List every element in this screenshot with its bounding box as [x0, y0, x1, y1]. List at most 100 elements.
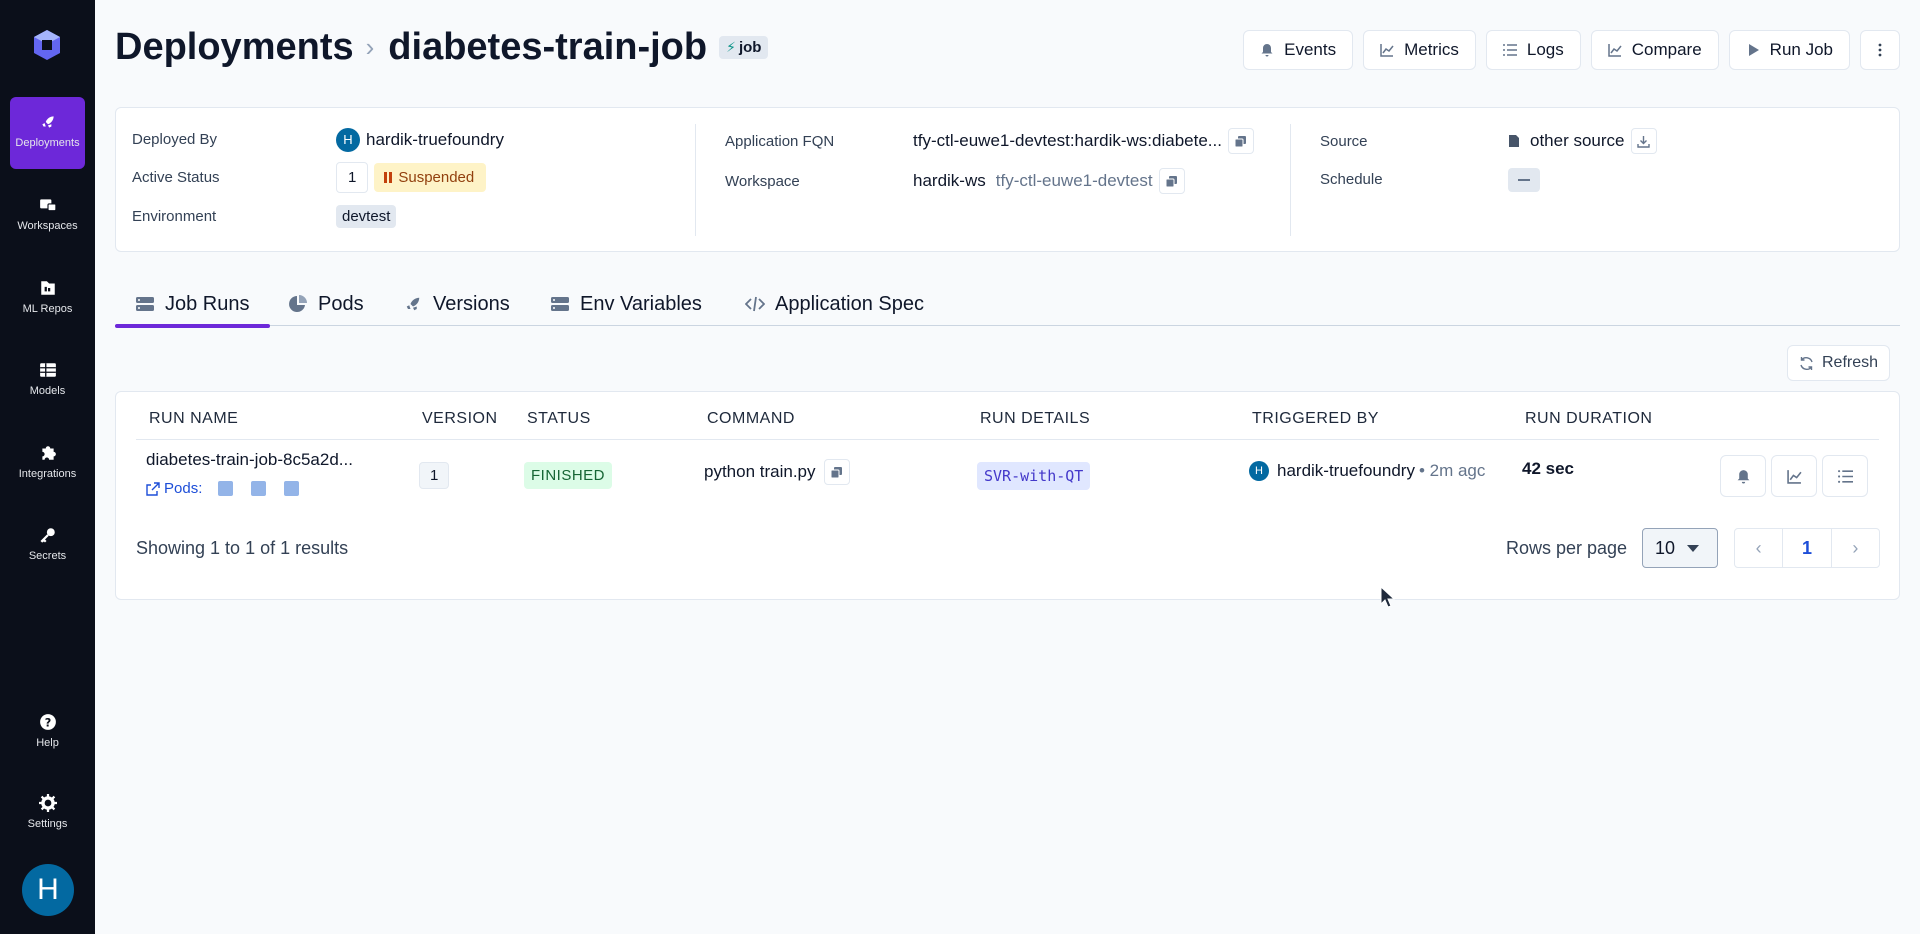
breadcrumb-root[interactable]: Deployments: [115, 26, 354, 69]
user-avatar[interactable]: H: [22, 864, 74, 916]
pods-label: Pods:: [164, 480, 203, 497]
sidebar-item-ml-repos[interactable]: ML Repos: [10, 263, 85, 335]
run-details-tag[interactable]: SVR-with-QT: [977, 462, 1091, 490]
metrics-button-label: Metrics: [1404, 40, 1459, 59]
sidebar-item-deployments[interactable]: Deployments: [10, 97, 85, 169]
workspace-cluster[interactable]: tfy-ctl-euwe1-devtest: [996, 171, 1153, 191]
compare-button[interactable]: Compare: [1590, 30, 1719, 70]
app-logo[interactable]: [30, 28, 64, 62]
refresh-label: Refresh: [1821, 354, 1879, 371]
command-cell: python train.py: [704, 459, 850, 485]
code-icon: [745, 296, 765, 312]
source-value: other source: [1508, 128, 1657, 154]
workspace-name[interactable]: hardik-ws: [913, 171, 986, 191]
tab-job-runs[interactable]: Job Runs: [115, 282, 270, 328]
sidebar-item-models[interactable]: Models: [10, 345, 85, 417]
pause-icon: [384, 172, 393, 183]
ml-repos-icon: [40, 281, 55, 295]
header-actions: Events Metrics Logs Compare Run Job: [1243, 30, 1900, 70]
refresh-button[interactable]: Refresh: [1787, 345, 1890, 381]
sidebar-item-label: Secrets: [28, 550, 67, 562]
page-number[interactable]: 1: [1783, 529, 1832, 567]
tab-versions[interactable]: Versions: [383, 282, 530, 326]
chevron-right-icon: ›: [1852, 537, 1859, 558]
bell-icon: [1261, 44, 1273, 57]
fqn-text: tfy-ctl-euwe1-devtest:hardik-ws:diabete.…: [913, 131, 1222, 150]
avatar: H: [336, 128, 360, 152]
rows-per-page-value: 10: [1655, 537, 1676, 558]
rows-per-page-select[interactable]: 10: [1642, 528, 1718, 568]
more-options-button[interactable]: [1860, 30, 1900, 70]
active-status-value: 1 Suspended: [336, 162, 487, 193]
status-cell: FINISHED: [524, 462, 613, 489]
events-button[interactable]: Events: [1243, 30, 1354, 70]
prev-page-button[interactable]: ‹: [1735, 529, 1784, 567]
run-events-button[interactable]: [1720, 455, 1766, 497]
list-icon: [1502, 44, 1517, 56]
empty-schedule-tag: [1508, 168, 1540, 192]
external-link-icon: [146, 481, 160, 496]
pod-indicator[interactable]: [251, 481, 267, 496]
tab-pods[interactable]: Pods: [268, 282, 384, 326]
tab-application-spec[interactable]: Application Spec: [725, 282, 944, 326]
run-name-cell[interactable]: diabetes-train-job-8c5a2d...: [146, 450, 353, 470]
page-header: Deployments › diabetes-train-job ⚡ job E…: [115, 24, 1900, 74]
sidebar-item-secrets[interactable]: Secrets: [10, 510, 85, 582]
bolt-icon: ⚡: [726, 39, 736, 55]
command-text: python train.py: [704, 462, 816, 481]
run-job-button-label: Run Job: [1769, 40, 1833, 59]
version-badge: 1: [419, 462, 450, 489]
rows-per-page-label: Rows per page: [1506, 538, 1628, 558]
copy-command-button[interactable]: [823, 459, 850, 485]
run-logs-button[interactable]: [1822, 455, 1868, 497]
fqn-label: Application FQN: [725, 133, 835, 150]
column-header: RUN DURATION: [1525, 410, 1653, 427]
sidebar-item-help[interactable]: ? Help: [10, 697, 85, 769]
pods-cell: Pods:: [146, 480, 300, 497]
column-header: RUN DETAILS: [980, 410, 1091, 427]
divider: [136, 439, 1879, 440]
column-header: TRIGGERED BY: [1252, 410, 1379, 427]
run-name[interactable]: diabetes-train-job-8c5a2d...: [146, 450, 353, 470]
key-icon: [39, 528, 55, 543]
column-header: RUN NAME: [149, 410, 239, 427]
tab-label: Job Runs: [165, 292, 250, 315]
next-page-button[interactable]: ›: [1832, 529, 1879, 567]
divider: [1290, 124, 1291, 236]
metrics-button[interactable]: Metrics: [1363, 30, 1476, 70]
sidebar-item-integrations[interactable]: Integrations: [10, 428, 85, 500]
active-count: 1: [336, 162, 369, 193]
copy-fqn-button[interactable]: [1227, 128, 1254, 154]
run-metrics-button[interactable]: [1771, 455, 1817, 497]
logs-button[interactable]: Logs: [1485, 30, 1581, 70]
run-job-button[interactable]: Run Job: [1728, 30, 1850, 70]
sidebar-item-settings[interactable]: Settings: [10, 778, 85, 850]
sidebar-item-label: Settings: [27, 818, 68, 830]
tab-env-variables[interactable]: Env Variables: [530, 282, 722, 326]
chevron-right-icon: ›: [365, 32, 375, 62]
pod-indicator[interactable]: [284, 481, 300, 496]
file-icon: [1509, 135, 1519, 147]
download-source-button[interactable]: [1630, 128, 1657, 154]
results-summary: Showing 1 to 1 of 1 results: [136, 538, 349, 558]
breadcrumb: Deployments › diabetes-train-job ⚡ job: [115, 26, 769, 69]
column-header: STATUS: [527, 410, 591, 427]
source-text: other source: [1530, 131, 1625, 150]
chart-line-icon: [1608, 44, 1622, 57]
pods-link[interactable]: Pods:: [146, 480, 202, 497]
sidebar-item-workspaces[interactable]: Workspaces: [10, 180, 85, 252]
server-icon: [136, 297, 154, 311]
tab-label: Env Variables: [580, 292, 702, 315]
events-button-label: Events: [1284, 40, 1337, 59]
puzzle-icon: [41, 446, 56, 460]
triggered-by-user: hardik-truefoundry: [1277, 461, 1415, 480]
deployment-info-card: Deployed By H hardik-truefoundry Active …: [115, 107, 1900, 252]
type-badge: ⚡ job: [719, 36, 769, 59]
copy-workspace-button[interactable]: [1158, 168, 1185, 194]
duration-cell: 42 sec: [1522, 459, 1574, 479]
pod-indicator[interactable]: [218, 481, 234, 496]
gear-icon: [38, 794, 57, 812]
triggered-by-cell: H hardik-truefoundry • 2m agc: [1249, 461, 1513, 481]
environment-value: devtest: [336, 205, 397, 228]
type-badge-label: job: [738, 39, 762, 56]
